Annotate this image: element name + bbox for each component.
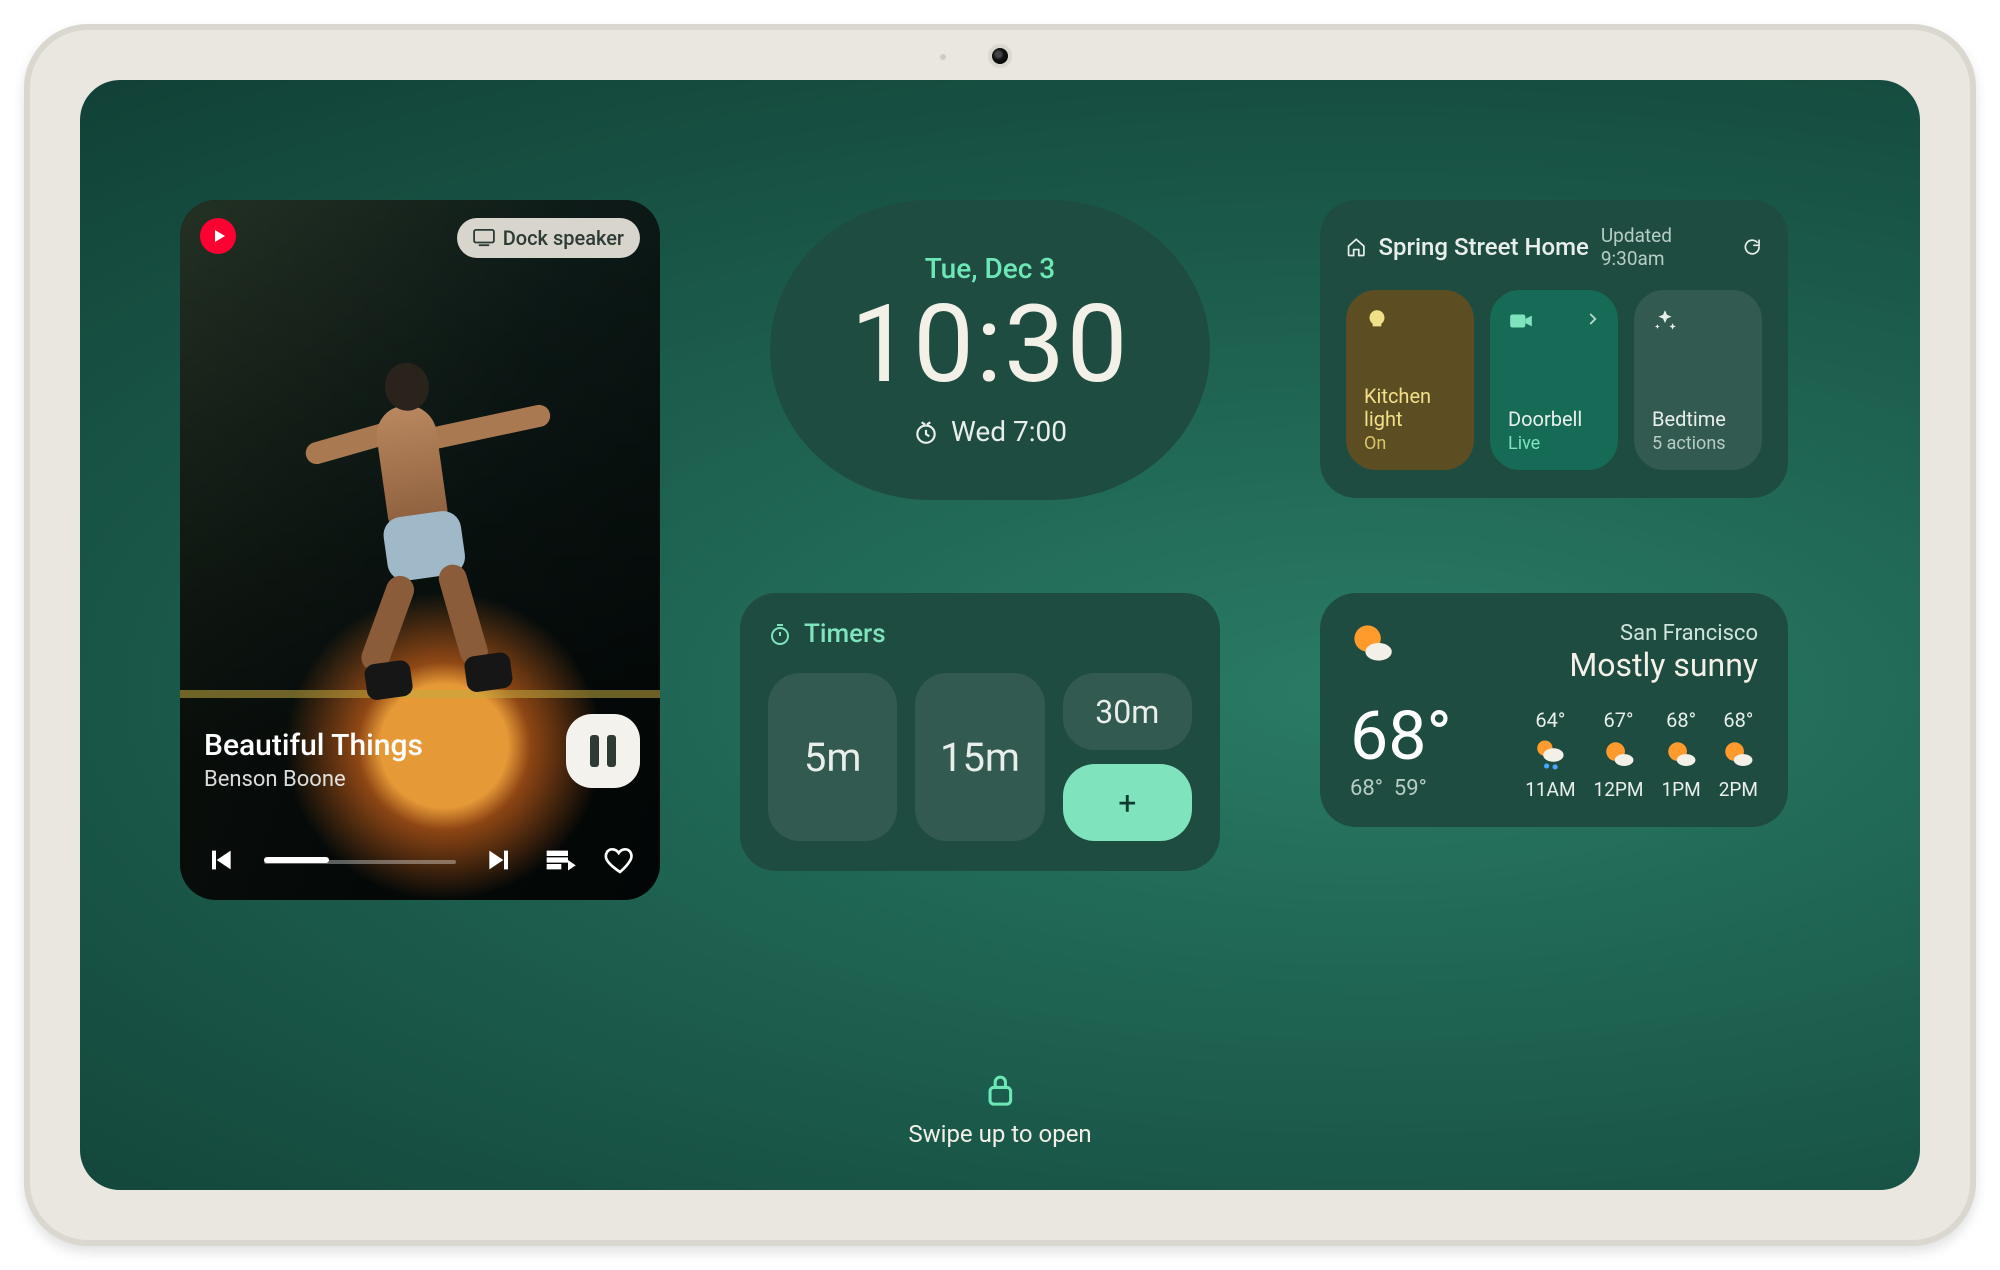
camera-icon [1508,308,1534,334]
chevron-right-icon [1584,310,1602,328]
forecast-hour[interactable]: 64° 11AM [1525,708,1575,801]
home-panel[interactable]: Spring Street Home Updated 9:30am Kitche… [1320,200,1788,498]
weather-condition: Mostly sunny [1569,646,1758,684]
favorite-button[interactable] [604,844,636,876]
lock-hint-text: Swipe up to open [908,1120,1091,1148]
alarm-icon [913,419,939,445]
tablet-frame: Dock speaker Beautiful Things Benson Boo… [24,24,1976,1246]
weather-hi-lo: 68° 59° [1350,776,1452,801]
alarm-row: Wed 7:00 [913,415,1067,448]
clock-widget[interactable]: Tue, Dec 3 10:30 Wed 7:00 [770,200,1210,500]
forecast-hour[interactable]: 68° 2PM [1719,708,1758,801]
home-tile-label: Doorbell [1508,408,1600,431]
refresh-icon[interactable] [1742,235,1762,259]
previous-track-button[interactable] [204,844,236,876]
track-title: Beautiful Things [204,728,550,763]
weather-condition-icon [1350,621,1394,665]
next-track-button[interactable] [484,844,516,876]
cast-output-label: Dock speaker [503,226,624,250]
home-icon [1346,235,1366,259]
track-meta: Beautiful Things Benson Boone [204,728,550,792]
cast-icon [473,229,495,247]
home-updated-label: Updated 9:30am [1601,224,1720,270]
bulb-icon [1364,308,1390,334]
queue-button[interactable] [544,844,576,876]
timer-icon [768,622,792,646]
timer-preset-30m[interactable]: 30m [1063,673,1192,750]
home-tile-doorbell[interactable]: Doorbell Live [1490,290,1618,470]
youtube-music-icon [200,218,236,254]
sparkle-icon [1652,308,1678,334]
timers-widget[interactable]: Timers 5m 15m 30m + [740,593,1220,871]
alarm-label: Wed 7:00 [951,415,1067,448]
home-tile-status: On [1364,433,1456,454]
sun-icon [1721,738,1755,772]
ambient-sensor [940,54,946,60]
home-tile-label: Kitchen light [1364,385,1456,431]
cast-output-chip[interactable]: Dock speaker [457,218,640,258]
timers-header: Timers [768,619,1192,649]
timer-add-button[interactable]: + [1063,764,1192,841]
hub-screen: Dock speaker Beautiful Things Benson Boo… [80,80,1920,1190]
track-artist: Benson Boone [204,767,550,792]
clock-time: 10:30 [851,291,1130,399]
play-pause-button[interactable] [566,714,640,788]
home-tile-kitchen-light[interactable]: Kitchen light On [1346,290,1474,470]
album-art [180,200,660,900]
lock-hint[interactable]: Swipe up to open [908,1072,1091,1148]
home-tile-status: Live [1508,433,1600,454]
home-tile-label: Bedtime [1652,408,1744,431]
timer-preset-5m[interactable]: 5m [768,673,897,841]
forecast-hour[interactable]: 68° 1PM [1661,708,1700,801]
weather-widget[interactable]: San Francisco Mostly sunny 68° 68° 59° 6… [1320,593,1788,827]
weather-city: San Francisco [1569,621,1758,646]
sun-icon [1664,738,1698,772]
weather-temp: 68° [1350,702,1452,770]
home-tile-status: 5 actions [1652,433,1744,454]
sun-icon [1602,738,1636,772]
media-controls [204,844,636,876]
home-header: Spring Street Home Updated 9:30am [1346,224,1762,270]
forecast-hour[interactable]: 67° 12PM [1594,708,1644,801]
timer-preset-15m[interactable]: 15m [915,673,1044,841]
front-camera [988,44,1012,68]
seek-bar[interactable] [264,850,456,870]
home-name: Spring Street Home [1378,233,1588,261]
home-tile-bedtime[interactable]: Bedtime 5 actions [1634,290,1762,470]
weather-forecast: 64° 11AM 67° 12PM 68° 1PM [1525,708,1758,801]
media-player-card[interactable]: Dock speaker Beautiful Things Benson Boo… [180,200,660,900]
lock-icon [984,1072,1016,1108]
rain-icon [1533,738,1567,772]
clock-date: Tue, Dec 3 [925,252,1055,285]
timers-title: Timers [804,619,886,649]
